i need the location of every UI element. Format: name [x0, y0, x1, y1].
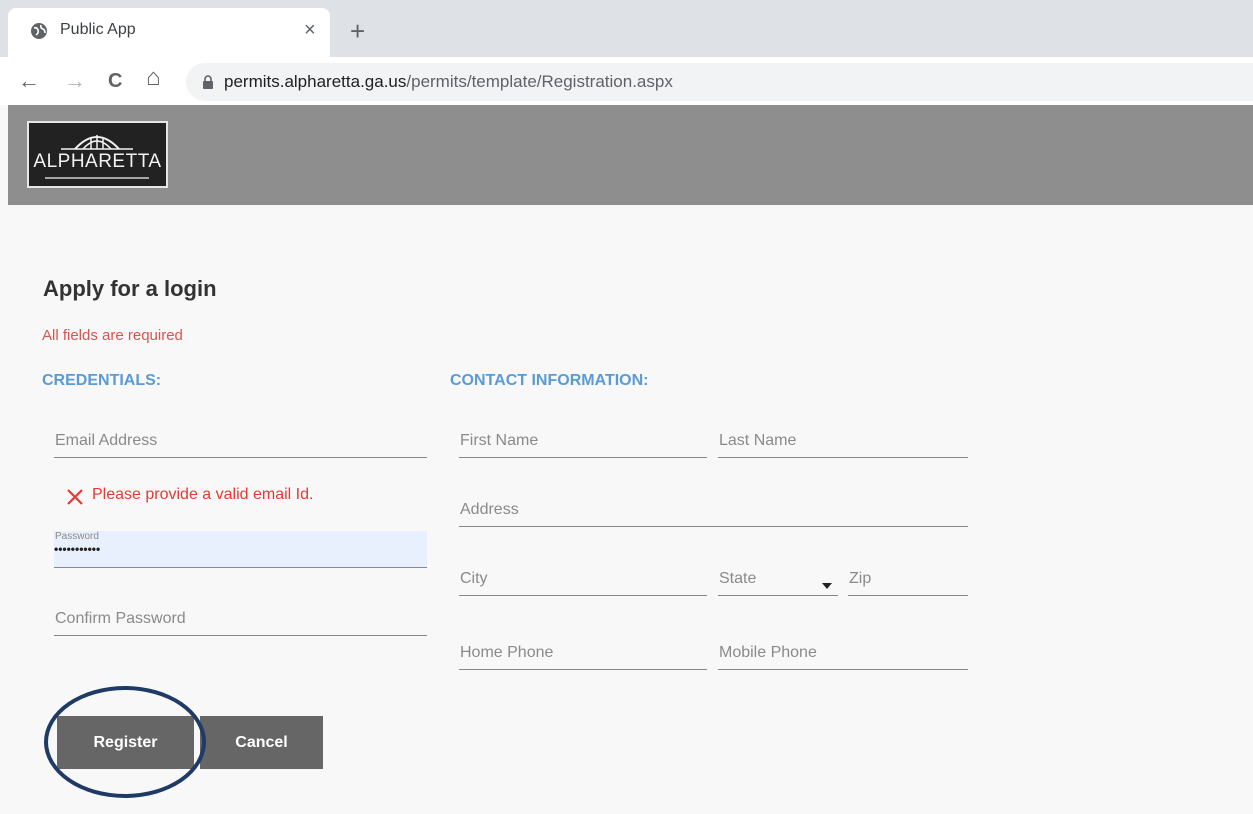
logo-emblem-icon	[61, 135, 133, 150]
tab-title: Public App	[60, 21, 136, 38]
email-placeholder: Email Address	[55, 432, 158, 449]
logo-text: ALPHARETTA	[33, 151, 162, 172]
city-logo[interactable]: ALPHARETTA	[27, 121, 168, 188]
city-field[interactable]: City	[459, 566, 707, 596]
home-icon[interactable]: ⌂	[146, 66, 161, 90]
browser-tab[interactable]	[8, 8, 330, 57]
url-text[interactable]: permits.alpharetta.ga.us/permits/templat…	[224, 72, 673, 92]
tab-close-icon[interactable]: ×	[304, 20, 316, 40]
address-placeholder: Address	[460, 501, 519, 518]
required-note: All fields are required	[42, 327, 183, 344]
credentials-title: CREDENTIALS:	[42, 372, 162, 389]
back-arrow-icon[interactable]: ←	[18, 70, 40, 92]
first-name-field[interactable]: First Name	[459, 428, 707, 458]
url-path: /permits/template/Registration.aspx	[406, 72, 673, 91]
chevron-down-icon[interactable]	[822, 583, 832, 589]
password-field[interactable]: Password •••••••••••	[54, 531, 427, 568]
contact-information-title: CONTACT INFORMATION:	[450, 372, 649, 389]
last-name-field[interactable]: Last Name	[718, 428, 968, 458]
address-field[interactable]: Address	[459, 497, 968, 527]
cancel-button[interactable]: Cancel	[200, 716, 323, 769]
confirm-password-placeholder: Confirm Password	[55, 610, 186, 627]
forward-arrow-icon[interactable]: →	[64, 70, 86, 92]
url-host: permits.alpharetta.ga.us	[224, 72, 407, 91]
highlight-ring-annotation	[44, 686, 206, 798]
home-phone-placeholder: Home Phone	[460, 644, 554, 661]
email-field[interactable]: Email Address	[54, 428, 427, 458]
zip-field[interactable]: Zip	[848, 566, 968, 596]
header-banner	[8, 105, 1253, 205]
first-name-placeholder: First Name	[460, 432, 539, 449]
reload-icon[interactable]: C	[108, 70, 122, 92]
error-x-icon	[67, 489, 83, 505]
password-label: Password	[55, 531, 99, 542]
mobile-phone-placeholder: Mobile Phone	[719, 644, 817, 661]
globe-icon	[31, 23, 47, 39]
state-select[interactable]: State	[718, 566, 838, 596]
confirm-password-field[interactable]: Confirm Password	[54, 606, 427, 636]
last-name-placeholder: Last Name	[719, 432, 797, 449]
page-title: Apply for a login	[43, 276, 217, 301]
zip-placeholder: Zip	[849, 570, 872, 587]
new-tab-icon[interactable]: +	[350, 18, 365, 44]
logo-underline-icon	[45, 177, 149, 179]
mobile-phone-field[interactable]: Mobile Phone	[718, 640, 968, 670]
lock-icon	[203, 75, 213, 89]
state-placeholder: State	[719, 570, 757, 587]
city-placeholder: City	[460, 570, 488, 587]
home-phone-field[interactable]: Home Phone	[459, 640, 707, 670]
email-error-message: Please provide a valid email Id.	[92, 486, 314, 503]
password-value: •••••••••••	[54, 542, 101, 556]
